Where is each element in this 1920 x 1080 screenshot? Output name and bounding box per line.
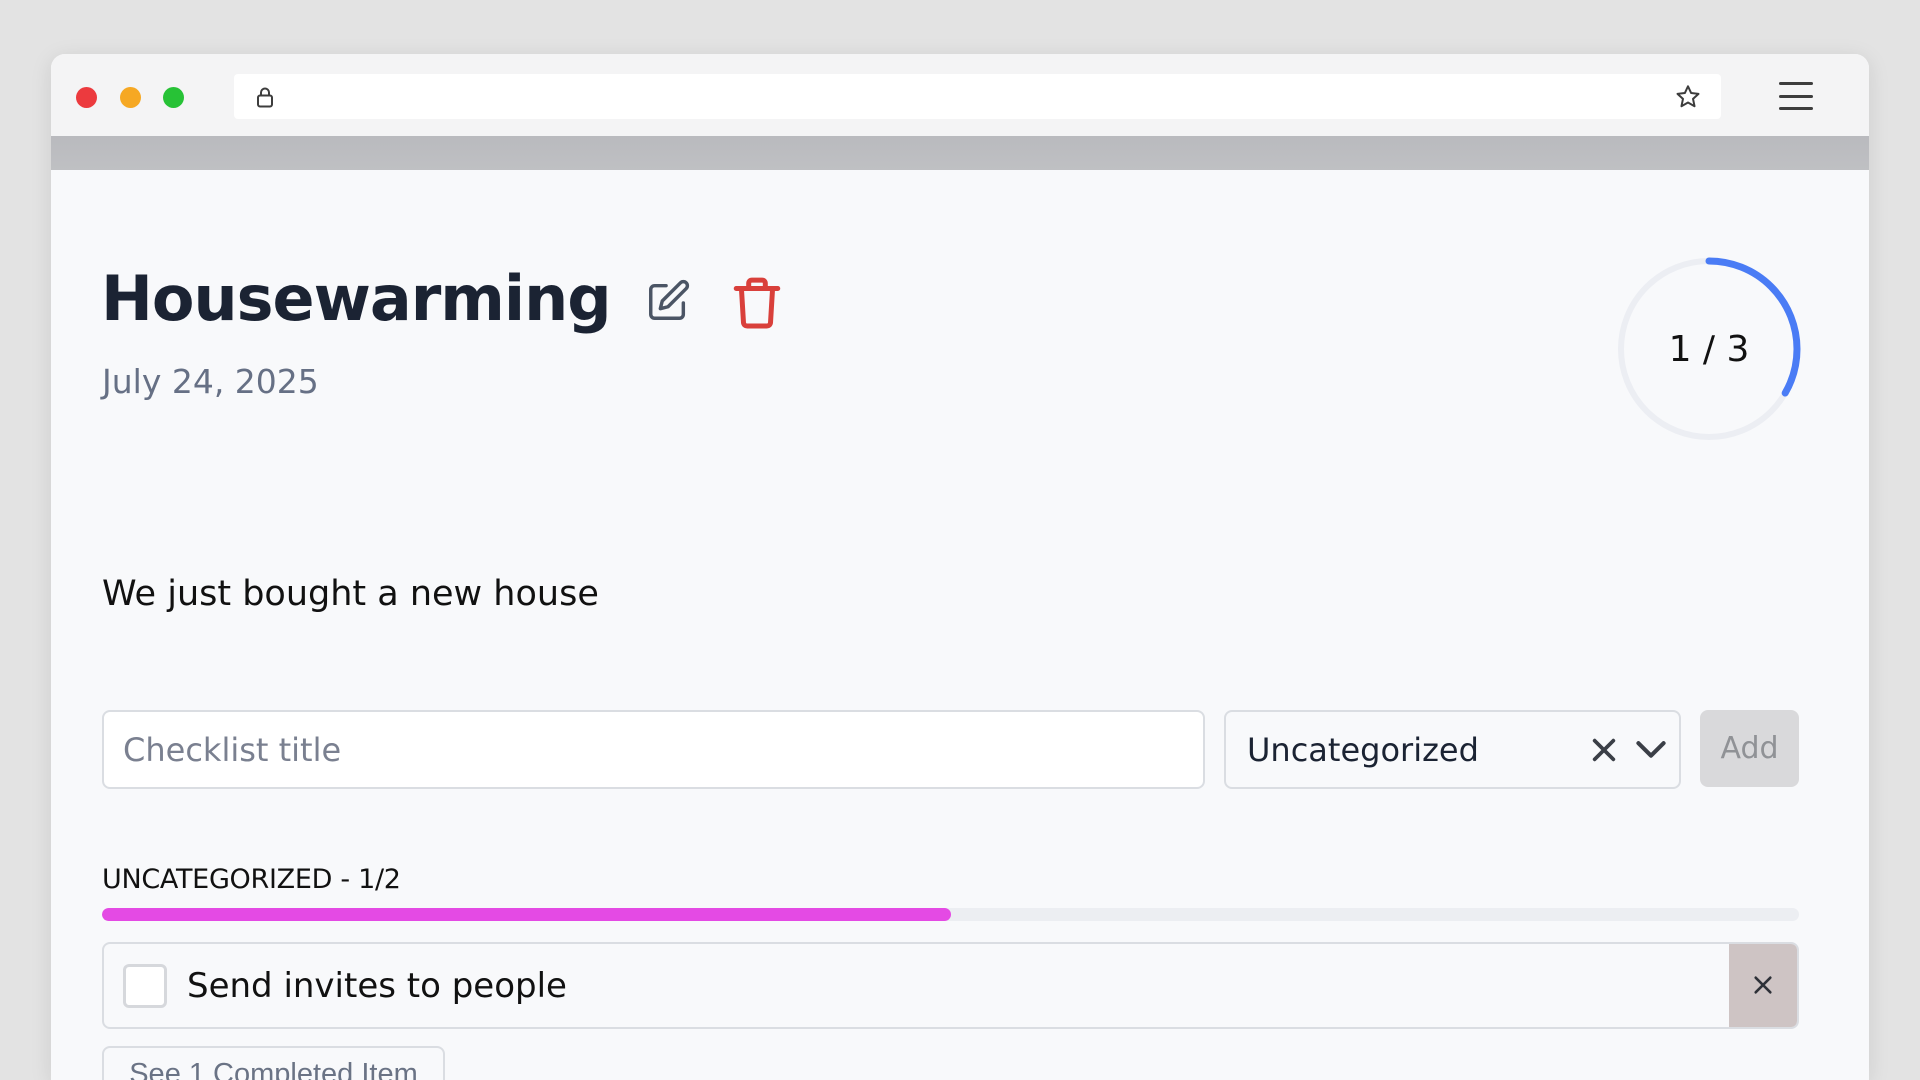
add-button[interactable]: Add xyxy=(1700,710,1799,787)
see-completed-button[interactable]: See 1 Completed Item xyxy=(102,1046,445,1080)
progress-count: 1 / 3 xyxy=(1668,328,1750,370)
trash-icon xyxy=(733,277,781,329)
browser-window: Housewarming July 24, 2025 1 / 3 We just… xyxy=(51,54,1869,1080)
maximize-window-button[interactable] xyxy=(163,87,184,108)
checklist-item: Send invites to people xyxy=(102,942,1799,1029)
lock-icon xyxy=(257,87,273,108)
item-checkbox[interactable] xyxy=(123,964,167,1008)
minimize-window-button[interactable] xyxy=(120,87,141,108)
close-window-button[interactable] xyxy=(76,87,97,108)
checklist-title-input[interactable] xyxy=(102,710,1205,789)
checklist-page: Housewarming July 24, 2025 1 / 3 We just… xyxy=(51,170,1869,1080)
category-progress-fill xyxy=(102,908,951,921)
chevron-down-icon[interactable] xyxy=(1635,736,1667,764)
menu-icon[interactable] xyxy=(1779,82,1813,110)
category-progress-bar xyxy=(102,908,1799,921)
toolbar-shadow xyxy=(51,136,1869,170)
browser-toolbar xyxy=(51,54,1869,136)
delete-button[interactable] xyxy=(732,276,782,330)
edit-button[interactable] xyxy=(645,278,691,324)
overall-progress-ring: 1 / 3 xyxy=(1614,254,1804,444)
category-select[interactable]: Uncategorized xyxy=(1224,710,1681,789)
category-heading: UNCATEGORIZED - 1/2 xyxy=(102,864,401,895)
event-date: July 24, 2025 xyxy=(102,362,319,401)
page-title: Housewarming xyxy=(101,262,612,335)
category-select-value: Uncategorized xyxy=(1247,730,1479,769)
address-bar[interactable] xyxy=(234,74,1721,119)
edit-icon xyxy=(649,279,690,320)
checklist-description: We just bought a new house xyxy=(102,574,599,614)
remove-item-button[interactable] xyxy=(1729,944,1797,1027)
clear-icon[interactable] xyxy=(1590,736,1618,764)
close-icon xyxy=(1754,976,1772,994)
star-icon[interactable] xyxy=(1674,83,1702,111)
item-label: Send invites to people xyxy=(187,965,567,1006)
